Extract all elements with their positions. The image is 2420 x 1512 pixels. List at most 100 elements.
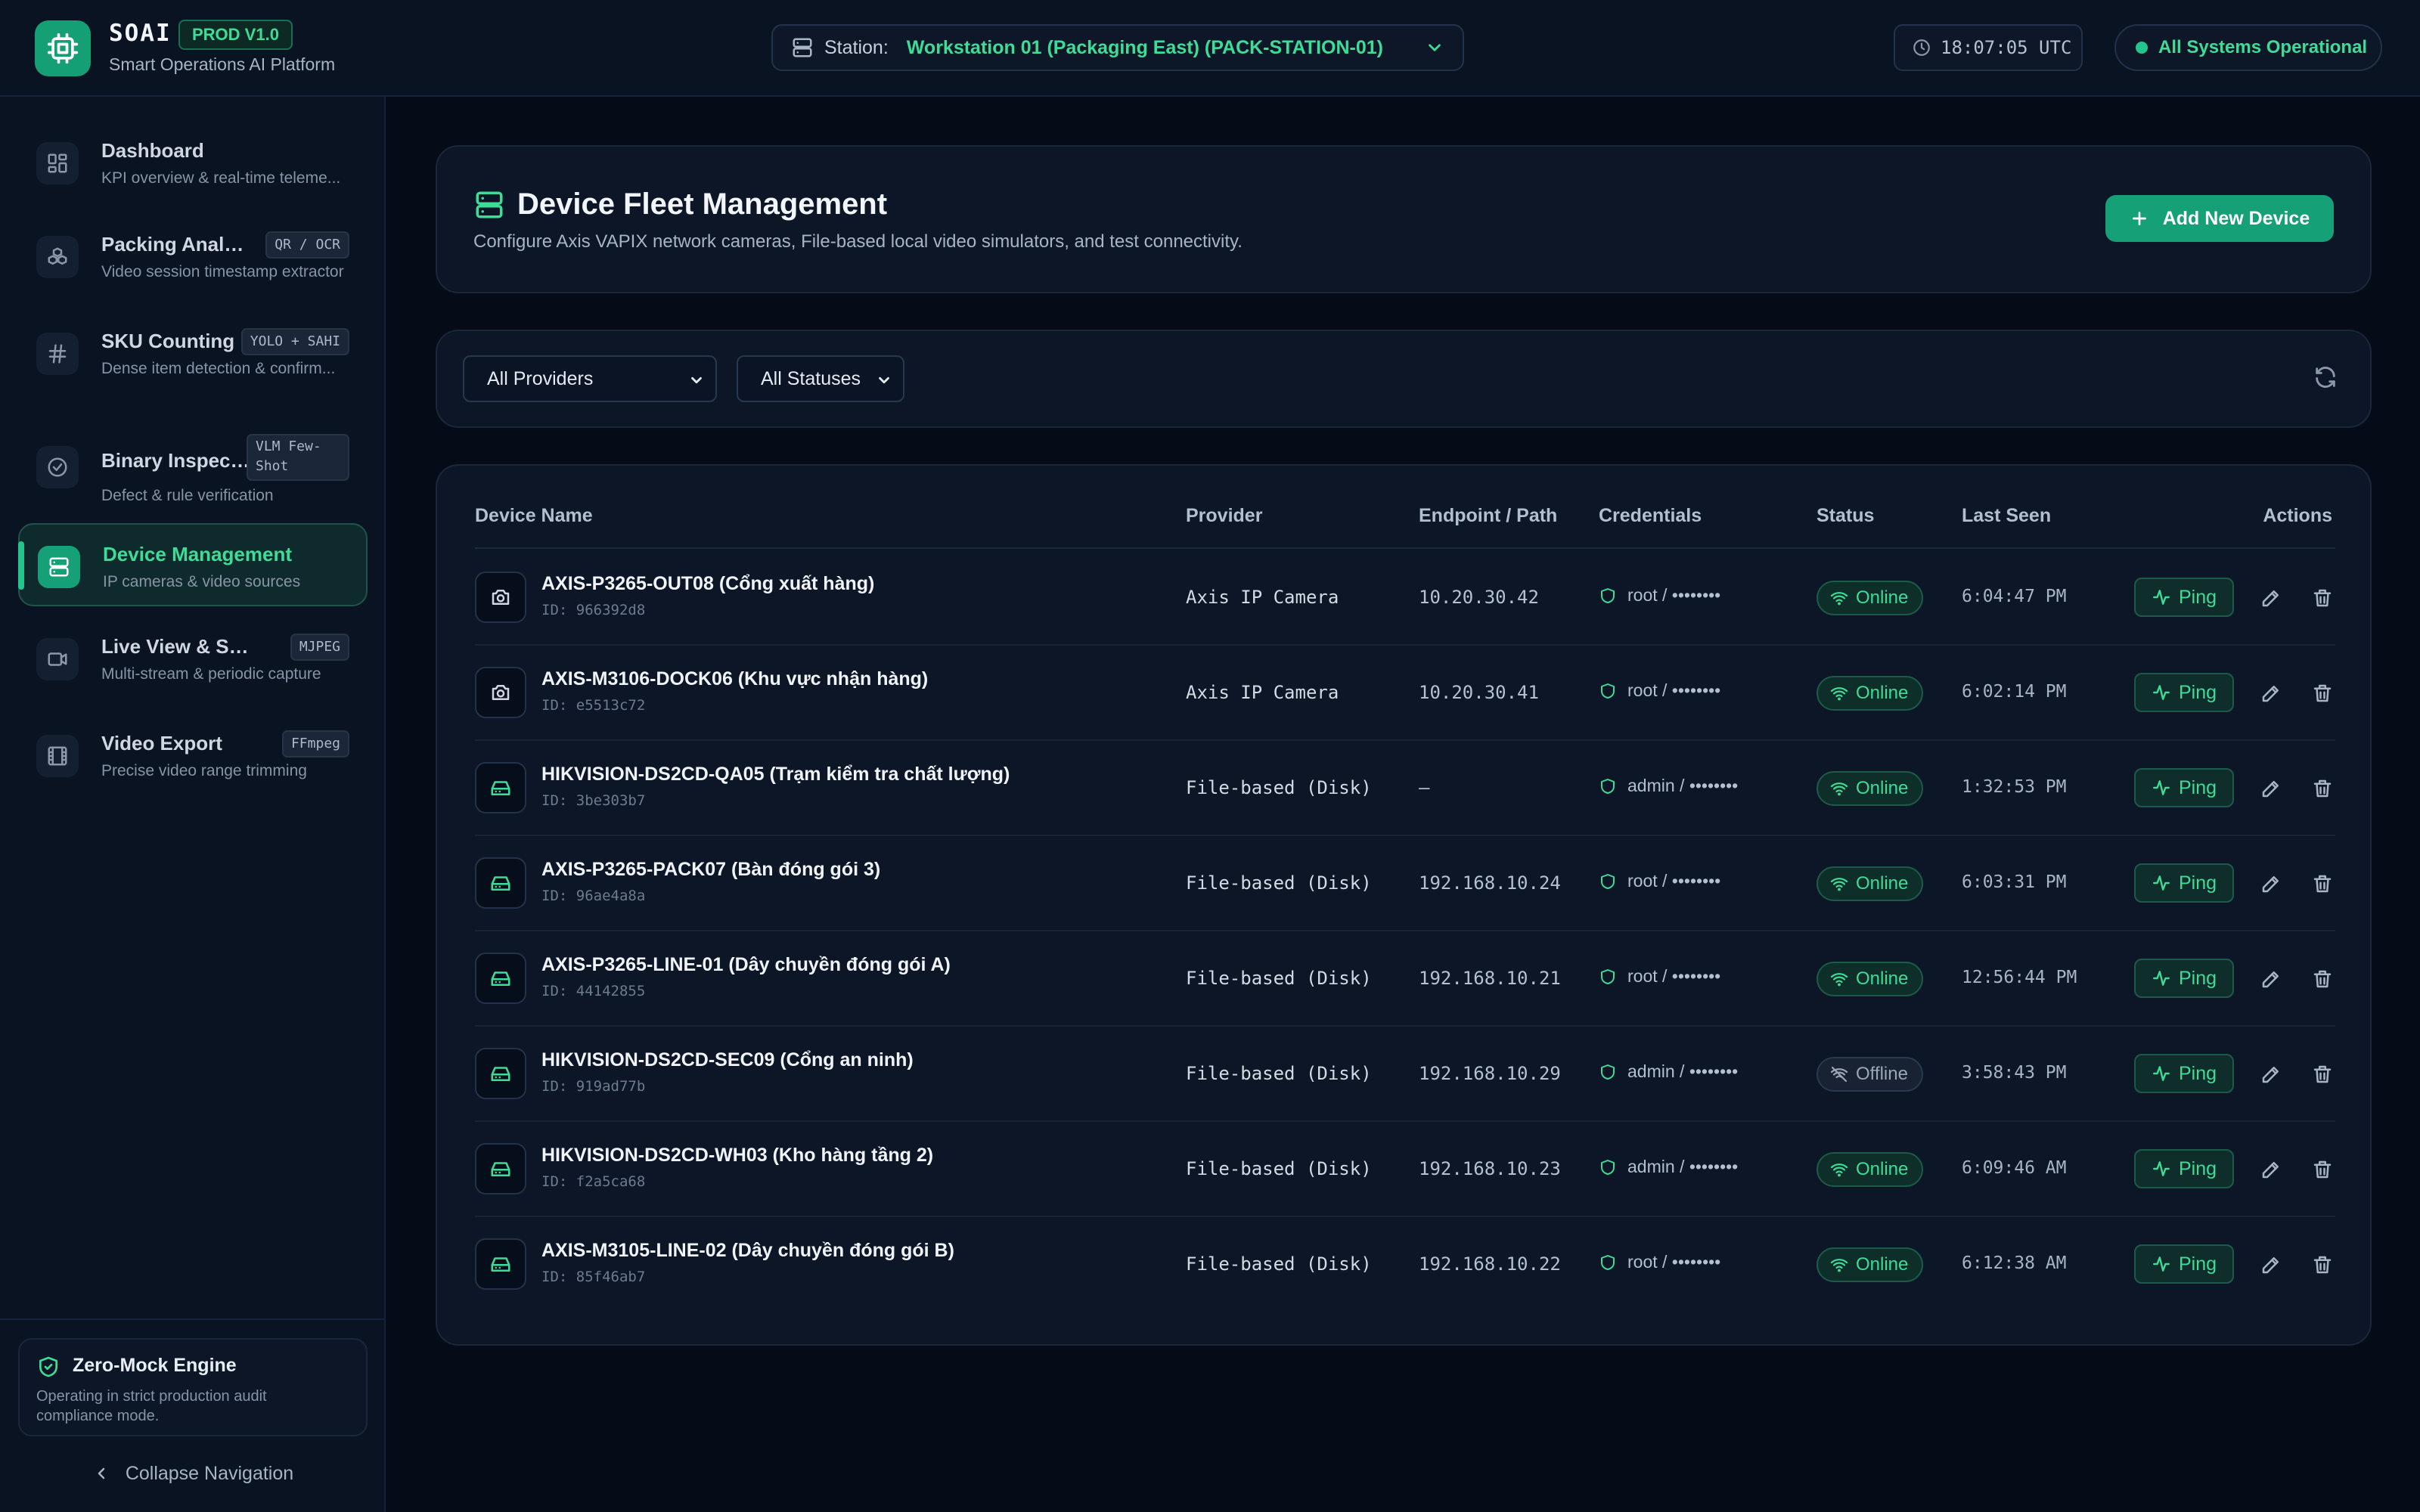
table-row: HIKVISION-DS2CD-SEC09 (Cổng an ninh) ID:… [475, 1027, 2335, 1122]
status-badge: Offline [1817, 1057, 1923, 1092]
sidebar-item-device-management[interactable]: Device Management IP cameras & video sou… [18, 523, 368, 606]
sidebar-item-live-view[interactable]: Live View & Snapsh... MJPEG Multi-stream… [18, 617, 368, 700]
ping-button[interactable]: Ping [2134, 1054, 2234, 1093]
version-badge: PROD V1.0 [178, 20, 293, 50]
ping-button[interactable]: Ping [2134, 1149, 2234, 1188]
sidebar-item-dashboard[interactable]: Dashboard KPI overview & real-time telem… [18, 121, 368, 204]
shield-icon [1599, 872, 1617, 891]
credentials-text: root / •••••••• [1627, 585, 1721, 605]
wifi-icon [1830, 875, 1848, 893]
ping-button[interactable]: Ping [2134, 673, 2234, 712]
table-header-divider [475, 547, 2335, 549]
edit-pencil-icon[interactable] [2260, 968, 2282, 990]
chevron-left-icon [92, 1464, 110, 1483]
edit-pencil-icon[interactable] [2260, 587, 2282, 609]
camera-icon [475, 667, 526, 718]
refresh-icon[interactable] [2313, 364, 2338, 390]
plus-icon [2130, 209, 2149, 228]
add-new-device-label: Add New Device [2162, 207, 2310, 229]
status-filter-select[interactable]: All Statuses [737, 355, 904, 402]
status-badge: Online [1817, 1247, 1924, 1282]
trash-icon[interactable] [2311, 1253, 2334, 1276]
add-new-device-button[interactable]: Add New Device [2105, 195, 2334, 242]
table-row: AXIS-P3265-OUT08 (Cổng xuất hàng) ID: 96… [475, 550, 2335, 646]
server-icon [473, 189, 505, 221]
status-badge: Online [1817, 676, 1924, 711]
trash-icon[interactable] [2311, 1063, 2334, 1086]
check-circle-icon [36, 446, 79, 488]
zero-mock-description: Operating in strict production audit com… [36, 1388, 267, 1424]
shield-icon [1599, 1253, 1617, 1272]
station-selector[interactable]: Station: Workstation 01 (Packaging East)… [771, 24, 1464, 71]
device-name: AXIS-M3106-DOCK06 (Khu vực nhận hàng) [541, 668, 929, 689]
sidebar-item-subtitle: KPI overview & real-time teleme... [101, 169, 341, 187]
last-seen: 6:04:47 PM [1962, 587, 2067, 606]
station-value: Workstation 01 (Packaging East) (PACK-ST… [906, 36, 1383, 58]
column-header-status: Status [1817, 505, 1875, 526]
shield-check-icon [36, 1355, 60, 1379]
device-name: AXIS-P3265-OUT08 (Cổng xuất hàng) [541, 573, 875, 594]
sidebar-item-subtitle: Video session timestamp extractor [101, 263, 344, 280]
edit-pencil-icon[interactable] [2260, 872, 2282, 895]
sidebar-item-binary-inspection[interactable]: Binary Inspect... VLM Few-Shot Defect & … [18, 417, 368, 516]
credentials-text: root / •••••••• [1627, 680, 1721, 700]
device-provider: Axis IP Camera [1186, 682, 1339, 703]
server-icon [38, 546, 80, 588]
device-provider: File-based (Disk) [1186, 1063, 1372, 1084]
station-label: Station: [824, 36, 889, 58]
sidebar-item-subtitle: Multi-stream & periodic capture [101, 665, 321, 683]
table-row: AXIS-P3265-PACK07 (Bàn đóng gói 3) ID: 9… [475, 836, 2335, 931]
trash-icon[interactable] [2311, 682, 2334, 705]
status-label: Offline [1856, 1064, 1908, 1084]
server-icon [791, 36, 814, 59]
trash-icon[interactable] [2311, 777, 2334, 800]
edit-pencil-icon[interactable] [2260, 1158, 2282, 1181]
collapse-navigation-button[interactable]: Collapse Navigation [0, 1455, 386, 1492]
ping-label: Ping [2178, 1062, 2217, 1084]
sidebar-item-title: Live View & Snapsh... [101, 635, 253, 658]
clock-text: 18:07:05 UTC [1941, 37, 2072, 58]
sidebar-item-subtitle: Precise video range trimming [101, 762, 307, 779]
column-header-last-seen: Last Seen [1962, 505, 2052, 526]
ping-button[interactable]: Ping [2134, 959, 2234, 998]
trash-icon[interactable] [2311, 872, 2334, 895]
table-row: HIKVISION-DS2CD-QA05 (Trạm kiểm tra chất… [475, 741, 2335, 836]
trash-icon[interactable] [2311, 1158, 2334, 1181]
sidebar-item-title: Video Export [101, 732, 222, 754]
device-id: ID: e5513c72 [541, 697, 646, 714]
trash-icon[interactable] [2311, 587, 2334, 609]
last-seen: 1:32:53 PM [1962, 777, 2067, 797]
sidebar-item-packing-analysis[interactable]: Packing Analysis QR / OCR Video session … [18, 215, 368, 298]
last-seen: 6:03:31 PM [1962, 872, 2067, 892]
sidebar-item-title: SKU Counting [101, 330, 235, 352]
ping-button[interactable]: Ping [2134, 863, 2234, 903]
sidebar-item-video-export[interactable]: Video Export FFmpeg Precise video range … [18, 714, 368, 797]
wifi-icon [1830, 779, 1848, 798]
device-endpoint: 192.168.10.21 [1419, 968, 1561, 989]
ping-button[interactable]: Ping [2134, 578, 2234, 617]
sidebar: Dashboard KPI overview & real-time telem… [0, 97, 386, 1512]
column-header-credentials: Credentials [1599, 505, 1702, 526]
edit-pencil-icon[interactable] [2260, 777, 2282, 800]
status-label: Online [1856, 873, 1909, 894]
page-title: Device Fleet Management [517, 187, 888, 221]
provider-filter-select[interactable]: All Providers [463, 355, 717, 402]
device-id: ID: f2a5ca68 [541, 1173, 646, 1190]
device-id: ID: 85f46ab7 [541, 1269, 646, 1285]
ping-button[interactable]: Ping [2134, 768, 2234, 807]
device-name: HIKVISION-DS2CD-SEC09 (Cổng an ninh) [541, 1049, 914, 1070]
device-id: ID: 966392d8 [541, 602, 646, 618]
edit-pencil-icon[interactable] [2260, 1063, 2282, 1086]
ping-button[interactable]: Ping [2134, 1244, 2234, 1284]
wifi-icon [1830, 1256, 1848, 1274]
ping-label: Ping [2178, 967, 2217, 989]
ping-label: Ping [2178, 776, 2217, 798]
sidebar-item-sku-counting[interactable]: SKU Counting YOLO + SAHI Dense item dete… [18, 311, 368, 395]
sidebar-item-subtitle: Defect & rule verification [101, 487, 274, 504]
trash-icon[interactable] [2311, 968, 2334, 990]
edit-pencil-icon[interactable] [2260, 1253, 2282, 1276]
sidebar-item-subtitle: IP cameras & video sources [103, 573, 301, 590]
device-credentials: admin / •••••••• [1599, 1061, 1738, 1082]
status-label: Online [1856, 587, 1909, 608]
edit-pencil-icon[interactable] [2260, 682, 2282, 705]
